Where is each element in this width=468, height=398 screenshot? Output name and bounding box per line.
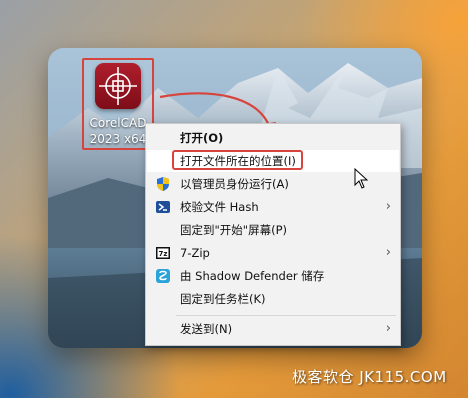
menu-separator (176, 315, 396, 316)
shadow-defender-icon (155, 268, 171, 284)
powershell-icon (155, 199, 171, 215)
menu-item-send-to[interactable]: 发送到(N) › (147, 318, 399, 340)
chevron-right-icon: › (385, 245, 391, 260)
mouse-cursor-icon (354, 168, 369, 189)
watermark-text: 极客软仓 JK115.COM (292, 368, 447, 386)
menu-item-7zip[interactable]: 7z 7-Zip › (147, 242, 399, 264)
chevron-right-icon: › (385, 321, 391, 336)
shield-icon (155, 176, 171, 192)
menu-item-pin-to-taskbar[interactable]: 固定到任务栏(K) (147, 288, 399, 310)
7zip-icon: 7z (155, 245, 171, 261)
highlight-box-open-file-location (172, 150, 303, 170)
svg-text:7z: 7z (159, 250, 168, 258)
menu-item-verify-hash[interactable]: 校验文件 Hash › (147, 196, 399, 218)
menu-item-pin-to-start[interactable]: 固定到"开始"屏幕(P) (147, 219, 399, 241)
chevron-right-icon: › (385, 199, 391, 214)
menu-item-shadow-defender[interactable]: 由 Shadow Defender 储存 (147, 265, 399, 287)
menu-item-open[interactable]: 打开(O) (147, 127, 399, 149)
